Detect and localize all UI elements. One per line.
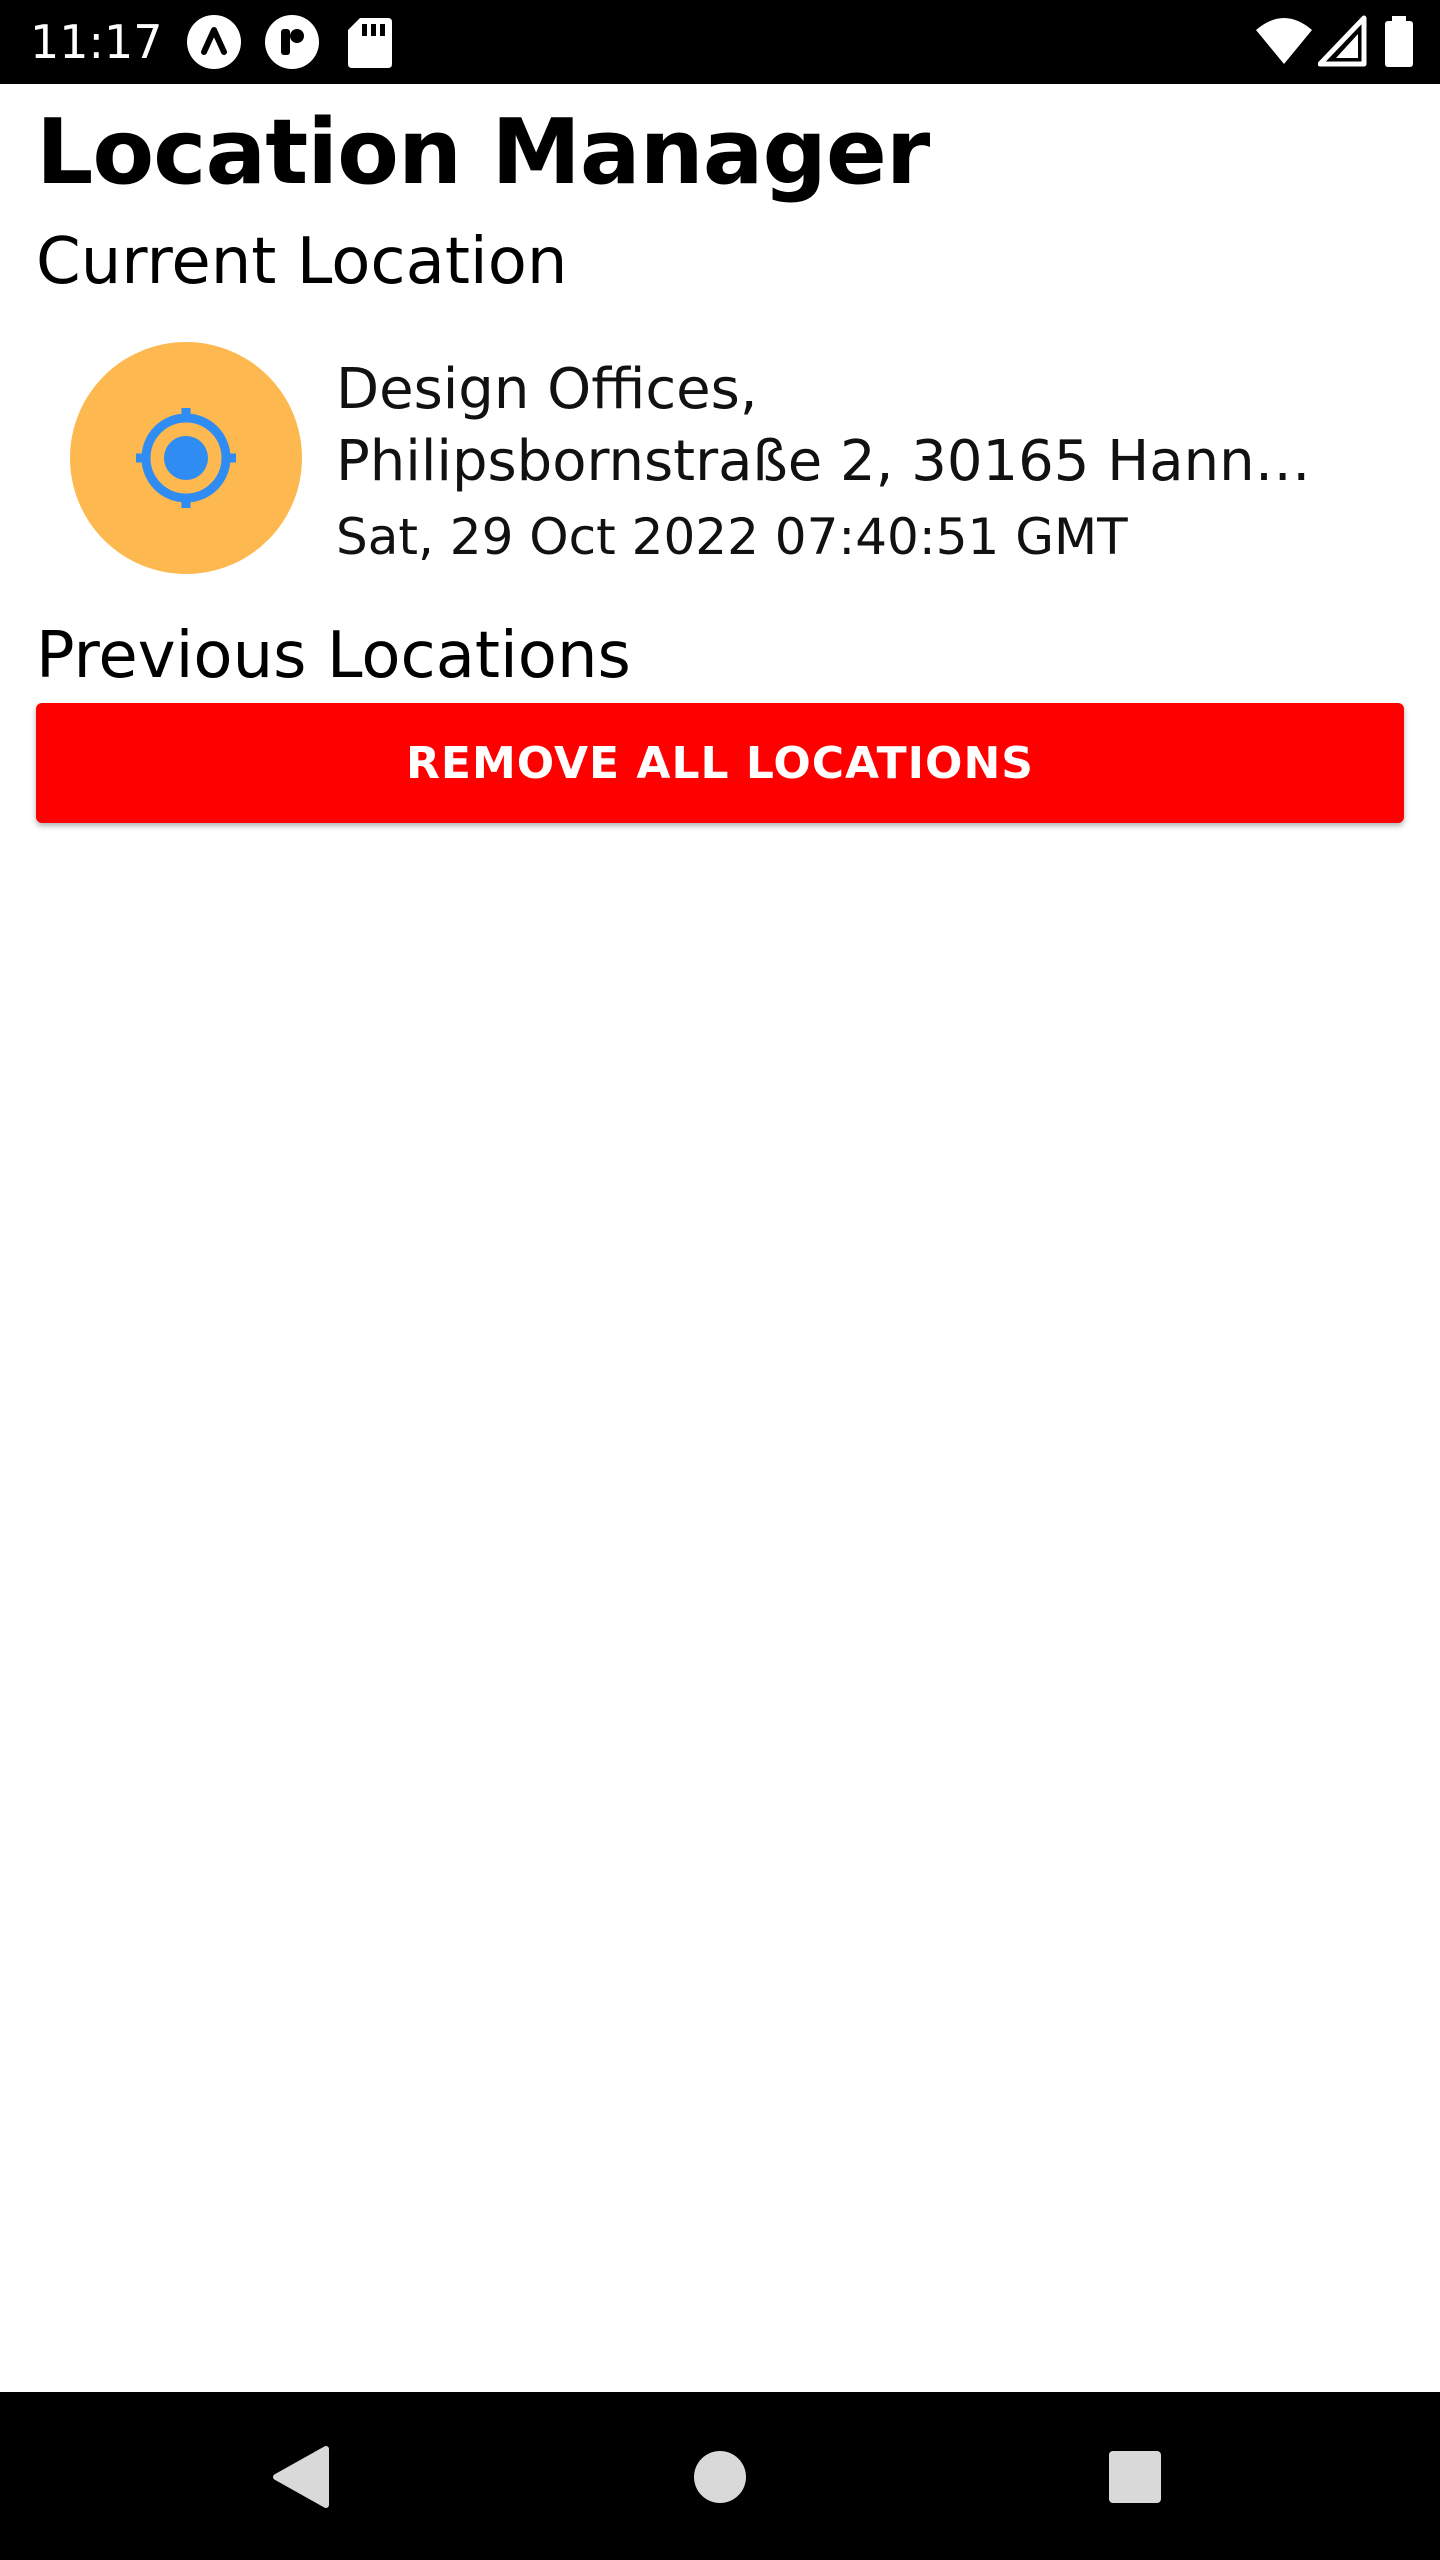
- screen: 11:17 Location Manager Current Location …: [0, 0, 1440, 2560]
- back-icon[interactable]: [256, 2432, 346, 2522]
- battery-icon: [1382, 14, 1416, 70]
- previous-locations-heading: Previous Locations: [36, 619, 631, 693]
- location-name: Design Offices,: [336, 357, 758, 422]
- status-time: 11:17: [30, 15, 163, 69]
- status-bar: 11:17: [0, 0, 1440, 84]
- signal-icon: [1317, 14, 1368, 70]
- location-avatar: [70, 342, 302, 574]
- navigation-bar: [0, 2392, 1440, 2560]
- sd-card-icon: [346, 14, 402, 70]
- location-timestamp: Sat, 29 Oct 2022 07:40:51 GMT: [336, 508, 1128, 566]
- home-icon[interactable]: [675, 2432, 765, 2522]
- page-title: Location Manager: [36, 100, 930, 205]
- current-location-heading: Current Location: [36, 225, 568, 299]
- my-location-icon: [136, 408, 236, 508]
- wifi-icon: [1254, 14, 1314, 70]
- recents-icon[interactable]: [1090, 2432, 1180, 2522]
- remove-all-locations-button[interactable]: REMOVE ALL LOCATIONS: [36, 703, 1404, 823]
- current-location-item[interactable]: Design Offices, Philipsbornstraße 2, 301…: [70, 342, 1370, 574]
- app-a-icon: [186, 14, 242, 70]
- location-details: Design Offices, Philipsbornstraße 2, 301…: [336, 354, 1326, 572]
- app-b-icon: [264, 14, 320, 70]
- location-address: Philipsbornstraße 2, 30165 Hannover, Ger…: [336, 429, 1326, 494]
